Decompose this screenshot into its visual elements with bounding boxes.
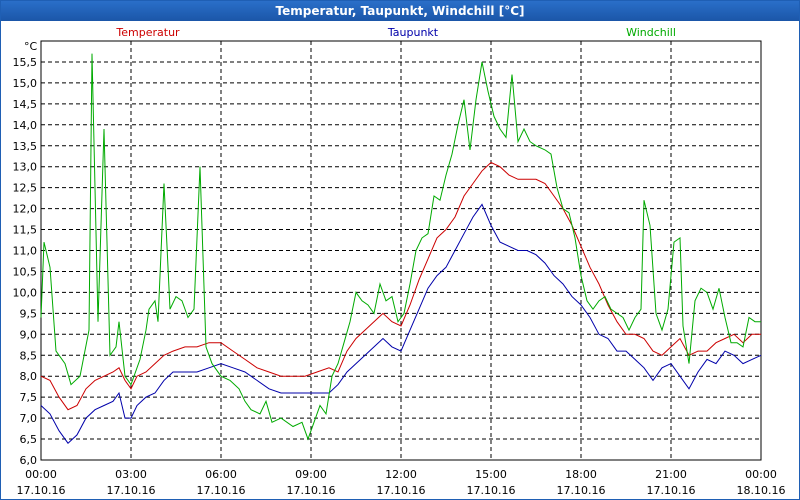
x-tick-date: 17.10.16 [377, 484, 426, 497]
x-tick-time: 03:00 [115, 468, 147, 481]
y-tick-label: 12,5 [13, 182, 38, 195]
y-tick-label: 13,5 [13, 140, 38, 153]
x-tick-date: 17.10.16 [557, 484, 606, 497]
grid-lines [41, 41, 761, 460]
x-tick-date: 18.10.16 [737, 484, 786, 497]
line-chart: °C 6,0 6,5 7,0 7,5 8,0 8,5 9,0 9,5 10,0 10,5 11,0 1… [13, 26, 786, 497]
x-axis-ticks: 00:00 17.10.16 03:00 17.10.16 06:00 17.10.16 0… [17, 468, 786, 497]
x-tick-time: 06:00 [205, 468, 237, 481]
x-tick-time: 12:00 [385, 468, 417, 481]
y-tick-label: 11,0 [13, 245, 38, 258]
y-axis-unit: °C [24, 40, 38, 53]
legend-taupunkt: Taupunkt [387, 26, 439, 39]
x-tick-time: 00:00 [25, 468, 57, 481]
y-tick-label: 14,0 [13, 119, 38, 132]
x-tick-date: 17.10.16 [107, 484, 156, 497]
legend-temperatur: Temperatur [115, 26, 180, 39]
legend-windchill: Windchill [626, 26, 676, 39]
x-tick-time: 00:00 [745, 468, 777, 481]
y-tick-label: 10,0 [13, 286, 38, 299]
x-tick-date: 17.10.16 [17, 484, 66, 497]
y-axis-ticks: 6,0 6,5 7,0 7,5 8,0 8,5 9,0 9,5 10,0 10,5 11,0 11,5… [13, 56, 38, 467]
x-tick-date: 17.10.16 [647, 484, 696, 497]
x-tick-time: 21:00 [655, 468, 687, 481]
x-tick-time: 18:00 [565, 468, 597, 481]
y-tick-label: 7,5 [20, 391, 38, 404]
x-tick-date: 17.10.16 [197, 484, 246, 497]
y-tick-label: 14,5 [13, 98, 38, 111]
x-tick-time: 09:00 [295, 468, 327, 481]
y-tick-label: 8,0 [20, 370, 38, 383]
legend: Temperatur Taupunkt Windchill [115, 26, 676, 39]
y-tick-label: 11,5 [13, 224, 38, 237]
x-tick-date: 17.10.16 [287, 484, 336, 497]
y-tick-label: 9,0 [20, 328, 38, 341]
y-tick-label: 7,0 [20, 412, 38, 425]
x-tick-date: 17.10.16 [467, 484, 516, 497]
y-tick-label: 15,5 [13, 56, 38, 69]
y-tick-label: 12,0 [13, 203, 38, 216]
y-tick-label: 9,5 [20, 307, 38, 320]
y-tick-label: 15,0 [13, 77, 38, 90]
y-tick-label: 8,5 [20, 349, 38, 362]
x-tick-time: 15:00 [475, 468, 507, 481]
y-tick-label: 6,0 [20, 454, 38, 467]
y-tick-label: 13,0 [13, 161, 38, 174]
y-tick-label: 6,5 [20, 433, 38, 446]
y-tick-label: 10,5 [13, 265, 38, 278]
